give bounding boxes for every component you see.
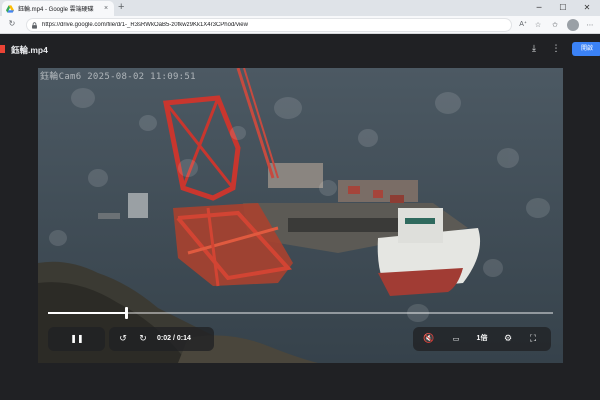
progress-bar-thumb[interactable] [124, 307, 128, 319]
settings-control-group: 🔇 ▭ 1倍 ⚙ ⛶ [413, 327, 551, 351]
browser-tab[interactable]: 鈺輪.mp4 - Google 雲端硬碟 × [2, 1, 114, 16]
favorites-icon[interactable]: ✩ [549, 19, 561, 31]
new-tab-button[interactable]: + [118, 1, 124, 14]
more-menu-icon[interactable]: ⋯ [584, 19, 596, 31]
video-file-icon [0, 45, 5, 53]
profile-avatar[interactable] [567, 19, 579, 31]
maximize-icon[interactable]: ☐ [552, 0, 574, 16]
tab-close-icon[interactable]: × [102, 5, 110, 13]
browser-tab-strip: 鈺輪.mp4 - Google 雲端硬碟 × + ─ ☐ ✕ [0, 0, 600, 16]
forward-10-icon[interactable]: ↻ [135, 327, 151, 351]
pause-icon[interactable]: ❚❚ [67, 327, 87, 351]
viewer-header: 鈺輪.mp4 ⤓ ⋮ 開啟 [0, 35, 600, 63]
more-options-icon[interactable]: ⋮ [549, 42, 563, 56]
time-display: 0:02 / 0:14 [157, 335, 191, 342]
google-drive-icon [6, 4, 14, 13]
playback-speed-button[interactable]: 1倍 [473, 327, 491, 351]
seek-control-group: ↺ ↻ 0:02 / 0:14 [109, 327, 214, 351]
reload-icon[interactable]: ↻ [6, 18, 18, 30]
read-aloud-icon[interactable]: Aᐩ [517, 19, 529, 31]
progress-bar-fill [48, 312, 126, 314]
browser-toolbar: ↻ https://drive.google.com/file/d/1-_R3s… [0, 16, 600, 34]
open-with-button[interactable]: 開啟 [572, 42, 600, 56]
muted-volume-icon[interactable]: 🔇 [421, 327, 437, 351]
minimize-icon[interactable]: ─ [528, 0, 550, 16]
settings-gear-icon[interactable]: ⚙ [500, 327, 516, 351]
fullscreen-icon[interactable]: ⛶ [525, 327, 541, 351]
download-icon[interactable]: ⤓ [527, 42, 541, 56]
progress-bar[interactable] [48, 307, 553, 319]
file-name: 鈺輪.mp4 [11, 45, 48, 55]
url-text: https://drive.google.com/file/d/1-_R3sRW… [42, 22, 248, 28]
site-info-icon[interactable] [31, 21, 38, 29]
play-control-group: ❚❚ [48, 327, 105, 351]
address-bar[interactable]: https://drive.google.com/file/d/1-_R3sRW… [26, 18, 512, 32]
window-close-icon[interactable]: ✕ [576, 0, 598, 16]
video-player[interactable]: 鈺輪Cam6 2025-08-02 11:09:51 ❚❚ ↺ ↻ 0:02 /… [38, 68, 563, 363]
favorite-star-icon[interactable]: ☆ [532, 19, 544, 31]
tab-title: 鈺輪.mp4 - Google 雲端硬碟 [18, 7, 94, 13]
captions-icon[interactable]: ▭ [447, 327, 465, 351]
rewind-10-icon[interactable]: ↺ [115, 327, 131, 351]
camera-timestamp-overlay: 鈺輪Cam6 2025-08-02 11:09:51 [40, 72, 196, 82]
video-frame [38, 68, 563, 363]
